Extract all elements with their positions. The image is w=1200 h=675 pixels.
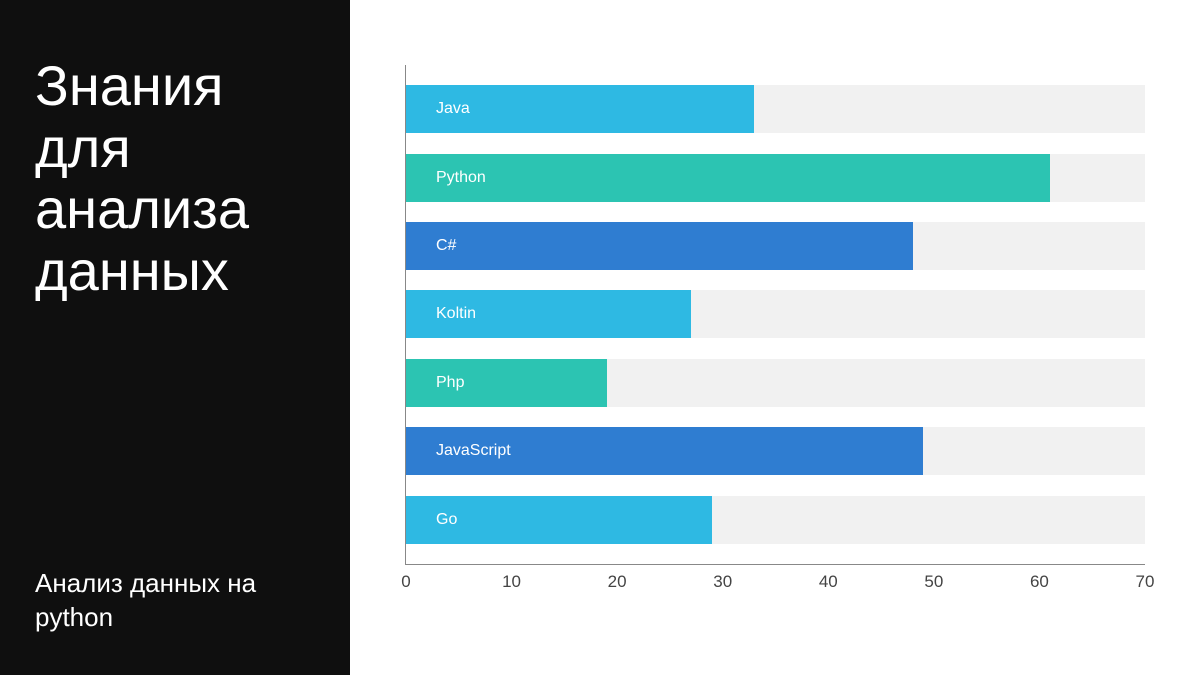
sidebar: Знания для анализа данных Анализ данных … bbox=[0, 0, 350, 675]
bar-row: JavaScript bbox=[406, 427, 1145, 475]
bar-fill bbox=[406, 222, 913, 270]
slide-subtitle: Анализ данных на python bbox=[35, 567, 315, 635]
slide: Знания для анализа данных Анализ данных … bbox=[0, 0, 1200, 675]
bar-row: Php bbox=[406, 359, 1145, 407]
bar-row: Python bbox=[406, 154, 1145, 202]
bar-label: C# bbox=[436, 237, 456, 255]
chart-plot: JavaPythonC#KoltinPhpJavaScriptGo 010203… bbox=[405, 65, 1145, 565]
slide-title: Знания для анализа данных bbox=[35, 55, 315, 301]
bar-label: JavaScript bbox=[436, 442, 511, 460]
chart-xaxis: 010203040506070 bbox=[406, 572, 1145, 602]
xaxis-tick: 0 bbox=[401, 572, 410, 592]
bar-row: C# bbox=[406, 222, 1145, 270]
xaxis-tick: 70 bbox=[1136, 572, 1155, 592]
bar-row: Go bbox=[406, 496, 1145, 544]
xaxis-tick: 30 bbox=[713, 572, 732, 592]
xaxis-tick: 60 bbox=[1030, 572, 1049, 592]
bar-label: Go bbox=[436, 511, 457, 529]
bar-label: Java bbox=[436, 100, 470, 118]
bar-fill bbox=[406, 154, 1050, 202]
xaxis-tick: 40 bbox=[819, 572, 838, 592]
bar-label: Php bbox=[436, 374, 464, 392]
bar-row: Koltin bbox=[406, 290, 1145, 338]
bar-label: Python bbox=[436, 169, 486, 187]
xaxis-tick: 50 bbox=[924, 572, 943, 592]
xaxis-tick: 10 bbox=[502, 572, 521, 592]
chart-area: Java Python C# Koltin Php JavaScript Go 0 10 20 3… bbox=[350, 0, 1200, 675]
bar-row: Java bbox=[406, 85, 1145, 133]
xaxis-tick: 20 bbox=[608, 572, 627, 592]
chart-bars: Java Python C# Koltin Php JavaScript Go bbox=[406, 65, 1145, 564]
bar-label: Koltin bbox=[436, 305, 476, 323]
